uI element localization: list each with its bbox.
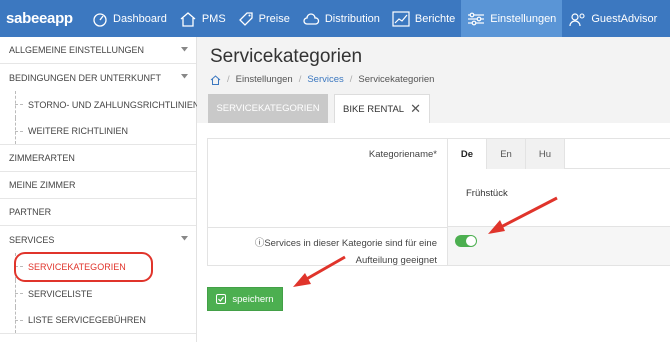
chevron-down-icon bbox=[181, 74, 188, 79]
nav-label: Dashboard bbox=[113, 12, 167, 25]
sidebar-item-bedingungen[interactable]: Bedingungen der Unterkunft bbox=[0, 64, 196, 91]
split-toggle-cell bbox=[448, 227, 670, 265]
save-button[interactable]: speichern bbox=[207, 287, 283, 311]
sidebar-subitem-weitere-richtlinien[interactable]: Weitere Richtlinien bbox=[0, 118, 196, 145]
sidebar-item-allgemeine-einstellungen[interactable]: Allgemeine Einstellungen bbox=[0, 37, 196, 64]
chevron-down-icon bbox=[181, 236, 188, 241]
category-form: Kategoriename* ⓘServices in dieser Kateg… bbox=[207, 138, 670, 266]
tab-lang-hu[interactable]: Hu bbox=[526, 139, 565, 169]
main-content: Servicekategorien / Einstellungen / Serv… bbox=[197, 37, 670, 342]
sidebar-item-label: Services bbox=[9, 234, 55, 245]
house-icon bbox=[180, 11, 196, 27]
sidebar-subitem-storno[interactable]: Storno- und Zahlungsrichtlinien bbox=[0, 91, 200, 118]
nav-einstellungen[interactable]: Einstellungen bbox=[461, 0, 563, 37]
sidebar: Allgemeine Einstellungen Bedingungen der… bbox=[0, 37, 200, 342]
breadcrumb-einstellungen[interactable]: Einstellungen bbox=[236, 74, 293, 85]
sidebar-item-label: Liste Servicegebühren bbox=[28, 315, 146, 325]
nav-pms[interactable]: PMS bbox=[173, 0, 232, 37]
sidebar-item-zimmerarten[interactable]: Zimmerarten bbox=[0, 145, 196, 172]
sidebar-item-label: Serviceliste bbox=[28, 288, 93, 299]
tab-bike-rental[interactable]: Bike Rental ✕ bbox=[334, 94, 430, 123]
language-tabs: De En Hu bbox=[448, 139, 565, 169]
close-icon[interactable]: ✕ bbox=[410, 101, 421, 117]
breadcrumb-services[interactable]: Services bbox=[307, 74, 343, 85]
page-title: Servicekategorien bbox=[210, 46, 363, 67]
nav-label: Distribution bbox=[324, 12, 380, 25]
tab-lang-de[interactable]: De bbox=[448, 139, 487, 169]
breadcrumb-current: Servicekategorien bbox=[358, 74, 435, 85]
category-name-label: Kategoriename* bbox=[368, 149, 437, 160]
sidebar-item-partner[interactable]: Partner bbox=[0, 199, 196, 226]
save-label: speichern bbox=[232, 293, 274, 305]
sidebar-subitem-servicegebuehren[interactable]: Liste Servicegebühren bbox=[0, 307, 196, 334]
breadcrumb-separator: / bbox=[349, 74, 353, 85]
cloud-icon bbox=[303, 12, 320, 25]
guest-icon bbox=[569, 12, 585, 26]
sidebar-item-services[interactable]: Services bbox=[0, 226, 196, 253]
highlight-annotation bbox=[14, 252, 153, 282]
split-toggle[interactable] bbox=[455, 235, 477, 247]
nav-label: GuestAdvisor bbox=[591, 12, 658, 25]
sidebar-item-label: Bedingungen der Unterkunft bbox=[9, 72, 162, 83]
split-label-line-2: Aufteilung geeignet bbox=[355, 255, 437, 266]
nav-dashboard[interactable]: Dashboard bbox=[86, 0, 173, 37]
toggle-knob bbox=[466, 236, 476, 246]
sidebar-item-label: Meine Zimmer bbox=[9, 180, 76, 190]
chevron-down-icon bbox=[181, 47, 188, 52]
sidebar-subitem-serviceliste[interactable]: Serviceliste bbox=[0, 280, 196, 307]
home-icon[interactable] bbox=[210, 74, 221, 85]
split-label-line-1: ⓘServices in dieser Kategorie sind für e… bbox=[254, 238, 437, 249]
chart-icon bbox=[392, 10, 410, 27]
sidebar-item-label: Zimmerarten bbox=[9, 153, 75, 163]
check-square-icon bbox=[216, 294, 227, 304]
sidebar-item-label: Allgemeine Einstellungen bbox=[9, 45, 145, 55]
category-name-input[interactable]: Frühstück bbox=[448, 169, 670, 227]
tag-icon bbox=[238, 11, 253, 26]
nav-label: PMS bbox=[201, 12, 226, 25]
app-root: sabeeapp Dashboard PMS Preise Distributi… bbox=[0, 0, 670, 342]
breadcrumb-separator: / bbox=[227, 74, 230, 85]
sidebar-item-label: Partner bbox=[9, 207, 52, 217]
form-input-column: De En Hu Frühstück bbox=[447, 139, 670, 265]
form-panel: Kategoriename* ⓘServices in dieser Kateg… bbox=[197, 123, 670, 342]
sidebar-item-label: Weitere Richtlinien bbox=[28, 126, 129, 136]
breadcrumb: / Einstellungen / Services / Servicekate… bbox=[210, 74, 434, 85]
row-divider bbox=[208, 227, 447, 228]
split-label: ⓘServices in dieser Kategorie sind für e… bbox=[208, 235, 437, 269]
tab-lang-en[interactable]: En bbox=[487, 139, 526, 169]
nav-preise[interactable]: Preise bbox=[232, 0, 296, 37]
brand-logo[interactable]: sabeeapp bbox=[0, 0, 86, 37]
nav-guestadvisor[interactable]: GuestAdvisor bbox=[562, 0, 663, 37]
tab-servicekategorien[interactable]: Servicekategorien bbox=[208, 94, 328, 123]
breadcrumb-separator: / bbox=[298, 74, 302, 85]
sliders-icon bbox=[468, 12, 485, 25]
top-navigation-bar: sabeeapp Dashboard PMS Preise Distributi… bbox=[0, 0, 670, 37]
nav-label: Preise bbox=[258, 12, 290, 25]
language-tab-spacer bbox=[565, 139, 670, 169]
tab-label: Bike Rental bbox=[343, 103, 405, 115]
sidebar-item-meine-zimmer[interactable]: Meine Zimmer bbox=[0, 172, 196, 199]
nav-distribution[interactable]: Distribution bbox=[296, 0, 386, 37]
nav-label: Einstellungen bbox=[490, 12, 557, 25]
speedometer-icon bbox=[93, 12, 107, 27]
sidebar-item-label: Storno- und Zahlungsrichtlinien bbox=[28, 99, 200, 110]
nav-berichte[interactable]: Berichte bbox=[386, 0, 461, 37]
nav-label: Berichte bbox=[414, 12, 456, 25]
